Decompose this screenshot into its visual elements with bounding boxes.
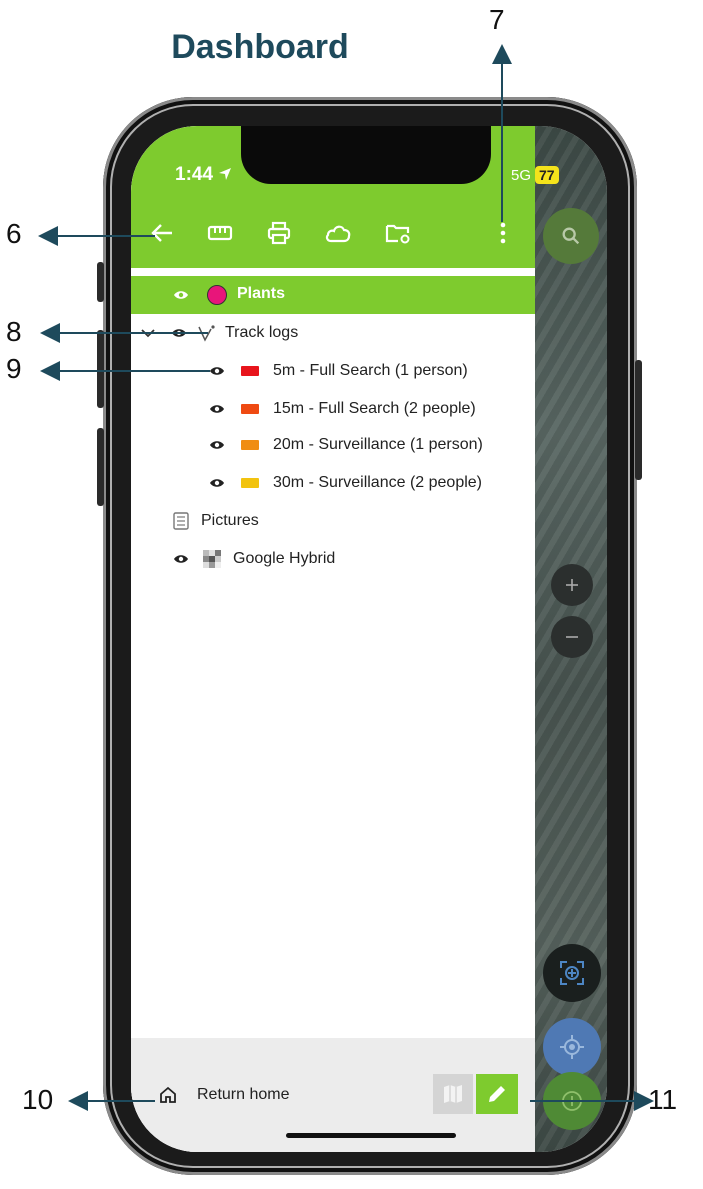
more-vert-icon[interactable] <box>488 218 518 248</box>
zoom-out-icon[interactable] <box>551 616 593 658</box>
visibility-eye-icon[interactable] <box>173 551 189 567</box>
visibility-eye-icon[interactable] <box>209 401 225 417</box>
callout-11: 11 <box>648 1084 678 1115</box>
list-icon <box>173 512 189 530</box>
track-row[interactable]: 5m - Full Search (1 person) <box>209 356 468 386</box>
back-arrow-icon[interactable] <box>147 218 177 248</box>
plants-color-dot <box>207 285 227 305</box>
callout-6: 6 <box>6 218 22 249</box>
return-home-label: Return home <box>197 1086 290 1103</box>
layer-name: Google Hybrid <box>233 550 336 567</box>
track-color-swatch <box>241 478 259 488</box>
battery-level: 77 <box>535 166 559 184</box>
map-mode-button[interactable] <box>433 1074 473 1114</box>
track-color-swatch <box>241 404 259 414</box>
map-icon <box>444 1085 462 1103</box>
location-arrow-icon <box>219 168 232 180</box>
layer-row-plants[interactable]: Plants <box>131 276 535 314</box>
callout-7: 7 <box>489 4 505 35</box>
bottom-bar: Return home <box>131 1038 535 1152</box>
layer-row-pictures[interactable]: Pictures <box>173 506 259 536</box>
track-name: 15m - Full Search (2 people) <box>273 400 476 417</box>
mute-switch <box>97 262 104 302</box>
visibility-eye-icon[interactable] <box>209 475 225 491</box>
visibility-eye-icon[interactable] <box>209 437 225 453</box>
power-button <box>635 360 642 480</box>
track-row[interactable]: 15m - Full Search (2 people) <box>209 394 476 424</box>
track-name: 5m - Full Search (1 person) <box>273 362 468 379</box>
toolbar-divider <box>131 268 535 274</box>
visibility-eye-icon[interactable] <box>209 363 225 379</box>
gps-icon[interactable] <box>543 1018 601 1076</box>
layer-row-google-hybrid[interactable]: Google Hybrid <box>173 544 335 574</box>
cloud-icon[interactable] <box>323 218 353 248</box>
visibility-eye-icon[interactable] <box>173 287 189 303</box>
home-indicator <box>286 1133 456 1138</box>
callout-8: 8 <box>6 316 22 347</box>
track-row[interactable]: 30m - Surveillance (2 people) <box>209 468 482 498</box>
raster-tiles-icon <box>203 550 221 568</box>
layer-group-track-logs[interactable]: Track logs <box>141 318 298 348</box>
volume-up-button <box>97 330 104 408</box>
track-name: 20m - Surveillance (1 person) <box>273 436 483 453</box>
network-label: 5G <box>511 166 532 184</box>
callout-9: 9 <box>6 353 22 384</box>
center-location-icon[interactable] <box>543 944 601 1002</box>
ruler-icon[interactable] <box>205 218 235 248</box>
layer-name: Pictures <box>201 512 259 529</box>
print-icon[interactable] <box>264 218 294 248</box>
zoom-in-icon[interactable] <box>551 564 593 606</box>
track-line-icon <box>198 325 215 342</box>
layer-name: Plants <box>237 285 286 302</box>
chevron-down-icon[interactable] <box>141 328 155 338</box>
status-indicators: 5G 77 <box>511 166 559 184</box>
phone-screen: 1:44 Plants Track logs 5m - Full Search … <box>131 126 607 1152</box>
return-home-button[interactable]: Return home <box>159 1086 290 1104</box>
visibility-eye-icon[interactable] <box>171 325 187 341</box>
home-icon <box>160 1086 176 1103</box>
track-color-swatch <box>241 366 259 376</box>
top-toolbar: 1:44 <box>131 126 535 268</box>
camera-notch <box>241 126 491 184</box>
folder-settings-icon[interactable] <box>383 218 413 248</box>
volume-down-button <box>97 428 104 506</box>
pencil-icon <box>489 1086 505 1102</box>
track-name: 30m - Surveillance (2 people) <box>273 474 482 491</box>
callout-10: 10 <box>22 1084 54 1115</box>
add-icon[interactable] <box>543 1072 601 1130</box>
track-color-swatch <box>241 440 259 450</box>
status-time: 1:44 <box>175 164 232 186</box>
layer-name: Track logs <box>225 324 299 341</box>
layers-panel: 1:44 Plants Track logs 5m - Full Search … <box>131 126 535 1152</box>
edit-mode-button[interactable] <box>476 1074 518 1114</box>
page-title: Dashboard <box>171 28 349 66</box>
track-row[interactable]: 20m - Surveillance (1 person) <box>209 430 483 460</box>
search-icon[interactable] <box>543 208 599 264</box>
